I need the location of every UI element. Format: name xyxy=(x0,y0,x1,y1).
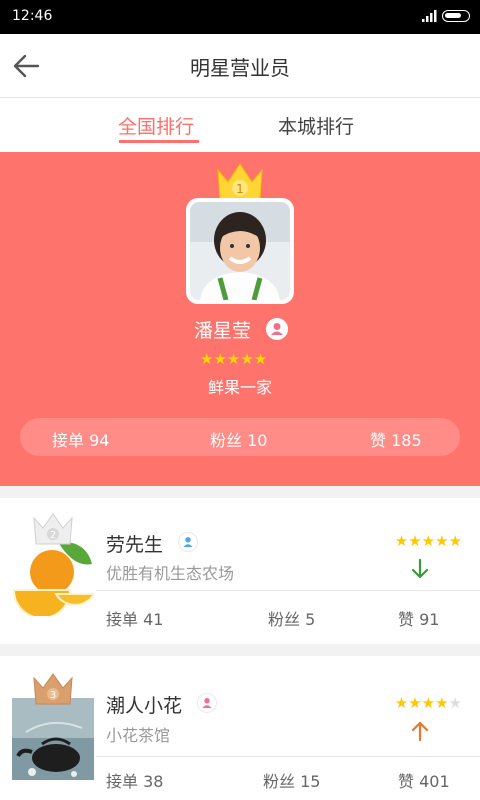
seller-name: 潮人小花 xyxy=(106,695,183,717)
teapot-thumbnail xyxy=(12,698,94,780)
stars-filled: ★★★★★ xyxy=(394,532,462,550)
seller-fans: 粉丝 15 xyxy=(263,772,321,791)
top-likes: 赞 185 xyxy=(370,431,422,450)
female-user-icon xyxy=(266,318,288,340)
seller-likes: 赞 401 xyxy=(398,772,450,791)
top-stats-bar: 接单 94 粉丝 10 赞 185 xyxy=(20,418,460,456)
seller-shop: 优胜有机生态农场 xyxy=(106,564,235,583)
top-orders: 接单 94 xyxy=(52,431,110,450)
rank-number: 2 xyxy=(50,530,56,541)
seller-shop: 小花茶馆 xyxy=(106,726,171,745)
top-name: 潘星莹 xyxy=(194,320,252,342)
rating-stars: ★★★★★ xyxy=(395,532,462,550)
top-shop-name: 鲜果一家 xyxy=(207,378,272,397)
status-time: 12:46 xyxy=(12,8,53,24)
rank-number: 1 xyxy=(236,182,244,196)
tab-bar: 全国排行 本城排行 xyxy=(0,98,480,152)
arrow-down-icon xyxy=(411,558,429,579)
stars-filled: ★★★★ xyxy=(394,694,449,712)
rating-stars: ★★★★★ xyxy=(395,694,462,712)
seller-orders: 接单 38 xyxy=(106,772,164,791)
divider xyxy=(96,590,480,591)
page-title: 明星营业员 xyxy=(190,56,290,80)
app-bar: 明星营业员 xyxy=(0,34,480,98)
divider xyxy=(96,756,480,757)
top-rating-stars: ★★★★★ xyxy=(200,350,268,368)
seller-likes: 赞 91 xyxy=(398,610,440,629)
avatar xyxy=(186,198,294,304)
arrow-up-icon xyxy=(411,721,429,742)
female-user-icon xyxy=(197,693,217,713)
rank-number: 3 xyxy=(50,690,56,701)
bronze-crown-icon: 3 xyxy=(33,673,73,705)
silver-crown-icon: 2 xyxy=(33,513,73,545)
battery-icon xyxy=(442,10,470,22)
list-item[interactable]: 3 潮人小花 小花茶馆 ★★★★★ 接单 38 粉丝 15 赞 401 xyxy=(0,656,480,800)
seller-name: 劳先生 xyxy=(106,534,164,556)
status-bar: 12:46 xyxy=(0,0,480,34)
list-item[interactable]: 2 劳先生 优胜有机生态农场 ★★★★★ 接单 41 粉丝 5 赞 91 xyxy=(0,498,480,644)
tab-indicator xyxy=(119,140,199,143)
male-user-icon xyxy=(178,532,198,552)
seller-fans: 粉丝 5 xyxy=(268,610,316,629)
top-fans: 粉丝 10 xyxy=(210,431,268,450)
top-ranked-card[interactable]: 1 潘星莹 ★★★★★ 鲜果一家 接单 94 粉丝 10 赞 185 xyxy=(0,152,480,486)
stars-empty: ★ xyxy=(448,694,462,712)
orange-thumbnail xyxy=(12,534,94,616)
seller-orders: 接单 41 xyxy=(106,610,164,629)
tab-national[interactable]: 全国排行 xyxy=(118,112,194,139)
gold-crown-icon: 1 xyxy=(217,163,263,201)
signal-icon xyxy=(422,10,437,22)
tab-city[interactable]: 本城排行 xyxy=(278,112,354,139)
